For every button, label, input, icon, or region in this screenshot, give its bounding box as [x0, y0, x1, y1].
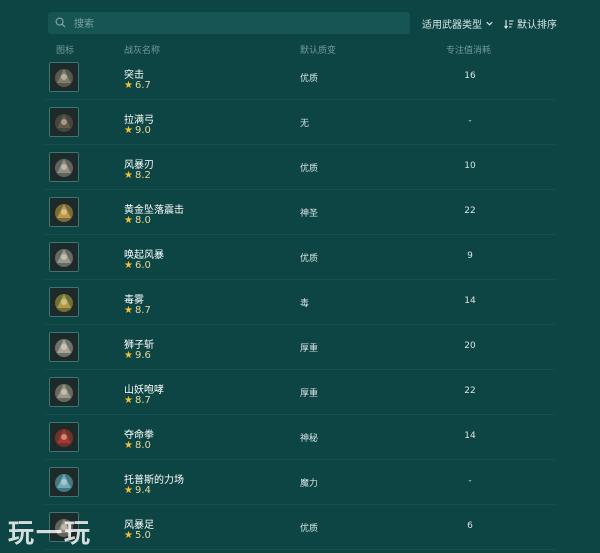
ash-name[interactable]: 托普斯的力场	[124, 471, 184, 486]
fp-cost: -	[468, 116, 472, 126]
affinity: 优质	[300, 74, 319, 84]
thops-barrier-icon	[49, 467, 79, 497]
ash-name[interactable]: 风暴足	[124, 516, 154, 531]
charge-icon	[49, 62, 79, 92]
watermark-logo: 玩一玩	[8, 519, 93, 549]
weapon-type-filter-label: 适用武器类型	[422, 20, 482, 31]
rating: ★ 8.2	[124, 170, 151, 181]
storm-blade-icon	[49, 152, 79, 182]
star-icon: ★	[124, 170, 133, 181]
fp-cost: 16	[464, 71, 476, 81]
star-icon: ★	[124, 530, 133, 541]
table-row[interactable]: 毒雾 ★ 8.7 毒 14	[45, 280, 555, 325]
table-row[interactable]: 突击 ★ 6.7 优质 16	[45, 55, 555, 100]
ash-name[interactable]: 风暴刃	[124, 156, 154, 171]
star-icon: ★	[124, 350, 133, 361]
search-box[interactable]	[48, 12, 410, 36]
table-row[interactable]: 山妖咆哮 ★ 8.7 厚重 22	[45, 370, 555, 415]
rating: ★ 8.0	[124, 215, 151, 226]
star-icon: ★	[124, 260, 133, 271]
bow-icon	[49, 107, 79, 137]
sort-toggle[interactable]: 默认排序	[504, 16, 557, 31]
ash-name[interactable]: 黄金坠落震击	[124, 201, 184, 216]
affinity: 厚重	[300, 389, 319, 399]
fp-cost: 22	[464, 386, 476, 396]
ash-name[interactable]: 拉满弓	[124, 111, 154, 126]
rating-value: 8.7	[134, 305, 151, 316]
rating-value: 8.0	[134, 440, 151, 451]
affinity: 神圣	[300, 209, 319, 219]
table-row[interactable]: 狮子斩 ★ 9.6 厚重 20	[45, 325, 555, 370]
rating: ★ 8.0	[124, 440, 151, 451]
rating: ★ 9.4	[124, 485, 151, 496]
rating: ★ 9.0	[124, 125, 151, 136]
blood-fist-icon	[49, 422, 79, 452]
rating-value: 6.0	[134, 260, 151, 271]
ash-name[interactable]: 夺命拳	[124, 426, 154, 441]
rating: ★ 8.7	[124, 305, 151, 316]
ash-name[interactable]: 毒雾	[124, 291, 144, 306]
table-row[interactable]: 拉满弓 ★ 9.0 无 -	[45, 100, 555, 145]
affinity: 魔力	[300, 479, 319, 489]
table-row[interactable]: 黄金坠落震击 ★ 8.0 神圣 22	[45, 190, 555, 235]
rating-value: 6.7	[134, 80, 151, 91]
lion-claw-icon	[49, 332, 79, 362]
weapon-type-filter[interactable]: 适用武器类型	[422, 16, 494, 31]
star-icon: ★	[124, 485, 133, 496]
golden-slam-icon	[49, 197, 79, 227]
search-icon	[55, 17, 66, 28]
affinity: 优质	[300, 524, 319, 534]
affinity: 神秘	[300, 434, 319, 444]
rating: ★ 6.0	[124, 260, 151, 271]
fp-cost: 20	[464, 341, 476, 351]
table-row[interactable]: 托普斯的力场 ★ 9.4 魔力 -	[45, 460, 555, 505]
affinity: 毒	[300, 299, 310, 309]
search-input[interactable]	[70, 13, 394, 36]
fp-cost: 14	[464, 296, 476, 306]
table-row[interactable]: 风暴足 ★ 5.0 优质 6	[45, 505, 555, 550]
affinity: 无	[300, 119, 310, 129]
rating-value: 8.0	[134, 215, 151, 226]
rating: ★ 9.6	[124, 350, 151, 361]
table-row[interactable]: 唤起风暴 ★ 6.0 优质 9	[45, 235, 555, 280]
rating-value: 9.6	[134, 350, 151, 361]
toolbar: 适用武器类型 默认排序	[48, 12, 568, 36]
fp-cost: 9	[467, 251, 473, 261]
table-row[interactable]: 夺命拳 ★ 8.0 神秘 14	[45, 415, 555, 460]
fp-cost: 14	[464, 431, 476, 441]
rating-value: 8.2	[134, 170, 151, 181]
fp-cost: 10	[464, 161, 476, 171]
rating: ★ 6.7	[124, 80, 151, 91]
rating: ★ 8.7	[124, 395, 151, 406]
sort-icon	[504, 19, 514, 29]
ash-name[interactable]: 山妖咆哮	[124, 381, 164, 396]
star-icon: ★	[124, 395, 133, 406]
rating-value: 9.4	[134, 485, 151, 496]
rating-value: 9.0	[134, 125, 151, 136]
ash-of-war-list: 突击 ★ 6.7 优质 16 拉满弓 ★ 9.0 无 - 风暴刃 ★ 8.2 优…	[45, 55, 555, 550]
affinity: 厚重	[300, 344, 319, 354]
sort-label: 默认排序	[517, 20, 557, 31]
fp-cost: 22	[464, 206, 476, 216]
ash-name[interactable]: 狮子斩	[124, 336, 154, 351]
chevron-down-icon	[486, 21, 493, 26]
troll-roar-icon	[49, 377, 79, 407]
rating: ★ 5.0	[124, 530, 151, 541]
star-icon: ★	[124, 125, 133, 136]
fp-cost: -	[468, 476, 472, 486]
affinity: 优质	[300, 164, 319, 174]
ash-name[interactable]: 突击	[124, 66, 144, 81]
table-row[interactable]: 风暴刃 ★ 8.2 优质 10	[45, 145, 555, 190]
affinity: 优质	[300, 254, 319, 264]
rating-value: 5.0	[134, 530, 151, 541]
ash-name[interactable]: 唤起风暴	[124, 246, 164, 261]
storm-summon-icon	[49, 242, 79, 272]
fp-cost: 6	[467, 521, 473, 531]
rating-value: 8.7	[134, 395, 151, 406]
star-icon: ★	[124, 440, 133, 451]
star-icon: ★	[124, 215, 133, 226]
star-icon: ★	[124, 305, 133, 316]
poison-mist-icon	[49, 287, 79, 317]
star-icon: ★	[124, 80, 133, 91]
